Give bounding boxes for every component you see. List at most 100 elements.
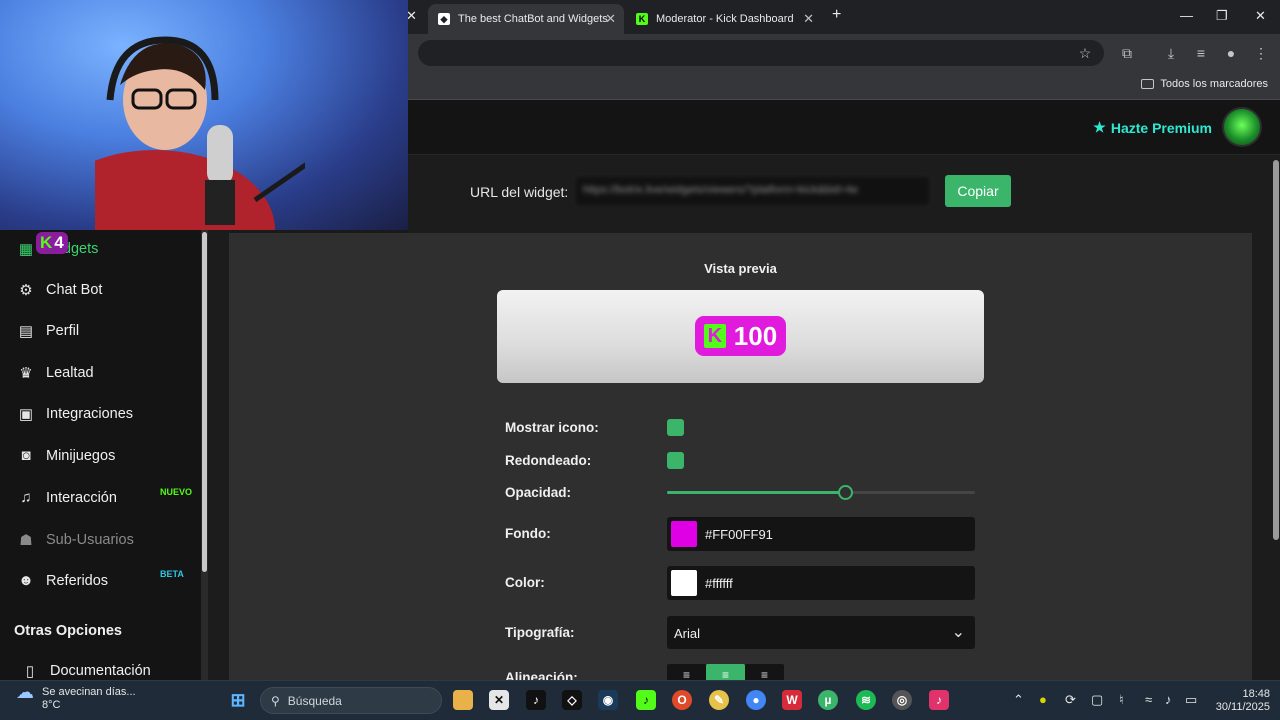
obs-icon[interactable]: ◎ [892,690,912,710]
sidebar-item-referidos[interactable]: ☻ Referidos [18,572,108,589]
rounded-checkbox[interactable] [667,452,684,469]
restore-icon[interactable]: ❐ [1216,8,1228,24]
capcut-icon[interactable]: ✕ [489,690,509,710]
background-swatch[interactable] [671,521,697,547]
microphone-icon[interactable]: ♮ [1119,692,1124,708]
opacity-slider-fill [667,491,846,494]
premium-link[interactable]: ★ Hazte Premium [1093,119,1212,136]
kick-app-icon[interactable]: ♪ [636,690,656,710]
tab-botrix[interactable]: ◆ The best ChatBot and Widgets ✕ [428,4,624,34]
beta-badge: BETA [160,569,184,579]
media-icon[interactable]: ≡ [1192,44,1210,62]
sidebar-item-perfil[interactable]: ▤ Perfil [18,322,79,340]
sidebar-item-lealtad[interactable]: ♛ Lealtad [18,364,93,382]
sidebar-scrollbar-thumb[interactable] [202,232,207,572]
sidebar-item-label: Minijuegos [46,447,116,464]
clock[interactable]: 18:48 30/11/2025 [1216,688,1270,714]
menu-icon[interactable]: ⋮ [1252,44,1270,62]
close-tab-icon[interactable]: ✕ [803,11,814,27]
all-bookmarks[interactable]: Todos los marcadores [1141,78,1268,90]
app-icon[interactable]: ✎ [709,690,729,710]
preview-title: Vista previa [704,261,777,276]
wps-icon[interactable]: W [782,690,802,710]
kick-logo-icon: K [40,233,53,252]
background-color-field[interactable]: #FF00FF91 [667,517,975,551]
address-bar[interactable] [418,40,1104,66]
text-color-swatch[interactable] [671,570,697,596]
sidebar-item-label: Chat Bot [46,282,103,298]
utorrent-icon[interactable]: µ [818,690,838,710]
sidebar-item-integraciones[interactable]: ▣ Integraciones [18,405,133,423]
volume-icon[interactable]: ♪ [1165,692,1172,707]
windows-start-icon[interactable]: ⊞ [228,690,248,710]
minimize-icon[interactable]: — [1180,8,1193,23]
page-scrollbar-thumb[interactable] [1273,160,1279,540]
chevron-down-icon: ⌄ [951,624,965,641]
streamer-video [95,36,305,230]
sidebar-item-label: Perfil [46,323,80,339]
folder-icon [1141,79,1155,89]
taskbar-search[interactable]: ⚲ Búsqueda [260,687,442,714]
tiktok-icon[interactable]: ♪ [526,690,546,710]
search-icon: ⚲ [271,693,280,708]
discord-icon: ▣ [18,406,34,423]
trophy-icon: ♛ [19,365,33,382]
wifi-icon[interactable]: ≈ [1145,692,1152,707]
sidebar-item-minijuegos[interactable]: ◙ Minijuegos [18,447,115,464]
font-label: Tipografía: [505,625,575,640]
copy-button[interactable]: Copiar [945,175,1011,207]
sidebar-item-chatbot[interactable]: ⚙ Chat Bot [18,281,102,299]
unity-icon[interactable]: ◇ [562,690,582,710]
show-icon-checkbox[interactable] [667,419,684,436]
tray-sync-icon[interactable]: ⟳ [1065,692,1076,708]
opacity-slider-thumb[interactable] [838,485,853,500]
sidebar-item-label: Documentación [50,663,151,679]
kick-favicon-icon: K [636,13,648,25]
download-icon[interactable]: ⤓ [1162,44,1180,62]
rounded-label: Redondeado: [505,453,592,468]
text-color-field[interactable]: #ffffff [667,566,975,600]
spotify-icon[interactable]: ≋ [856,690,876,710]
grid-icon: ▦ [18,241,34,258]
tray-app-icon[interactable]: ● [1039,692,1047,707]
window-close-icon[interactable]: ✕ [1255,8,1266,24]
kick-count-overlay: K 4 [36,232,68,254]
background-label: Fondo: [505,526,551,541]
kick-logo-icon: K [703,324,726,348]
text-color-value: #ffffff [705,575,733,591]
sidebar: ▦ Widgets ⚙ Chat Bot ▤ Perfil ♛ Lealtad … [0,230,202,680]
profile-icon[interactable]: ● [1222,44,1240,62]
battery-icon[interactable]: ▭ [1185,692,1197,708]
tab-kick-dashboard[interactable]: K Moderator - Kick Dashboard ✕ [626,4,822,34]
close-tab-icon[interactable]: ✕ [605,11,616,27]
avatar[interactable] [1222,107,1262,147]
robot-icon: ⚙ [19,282,33,299]
show-icon-label: Mostrar icono: [505,420,599,435]
sidebar-item-subusuarios[interactable]: ☗ Sub-Usuarios [18,531,134,549]
music-icon: ♫ [20,489,32,506]
sidebar-item-label: Integraciones [46,406,134,422]
tab-title: The best ChatBot and Widgets [458,13,608,25]
weather-widget[interactable]: ☁ Se avecinan días... 8°C [16,683,136,712]
file-explorer-icon[interactable] [453,690,473,710]
user-group-icon: ☻ [18,572,34,589]
sidebar-item-interaccion[interactable]: ♫ Interacción [18,489,117,506]
sidebar-item-documentacion[interactable]: ▯ Documentación [22,662,151,680]
chevron-up-icon[interactable]: ⌃ [1013,692,1024,708]
tiktok-live-icon[interactable]: ♪ [929,690,949,710]
new-badge: NUEVO [160,487,193,497]
weather-text: Se avecinan días... [42,686,136,698]
tray-network-icon[interactable]: ▢ [1091,692,1103,708]
overlay-count: 4 [54,233,64,252]
sidebar-item-label: Sub-Usuarios [46,532,134,548]
new-tab-button[interactable]: + [832,6,841,24]
extensions-icon[interactable]: ⧉ [1118,44,1136,62]
steam-icon[interactable]: ◉ [598,690,618,710]
widget-url-input[interactable]: https://botrix.live/widgets/viewers/?pla… [574,175,931,207]
star-icon[interactable]: ☆ [1076,44,1094,62]
book-icon: ▯ [25,663,35,680]
star-icon: ★ [1093,119,1106,135]
font-select[interactable]: Arial ⌄ [667,616,975,649]
opera-icon[interactable]: O [672,690,692,710]
chrome-icon[interactable]: ● [746,690,766,710]
